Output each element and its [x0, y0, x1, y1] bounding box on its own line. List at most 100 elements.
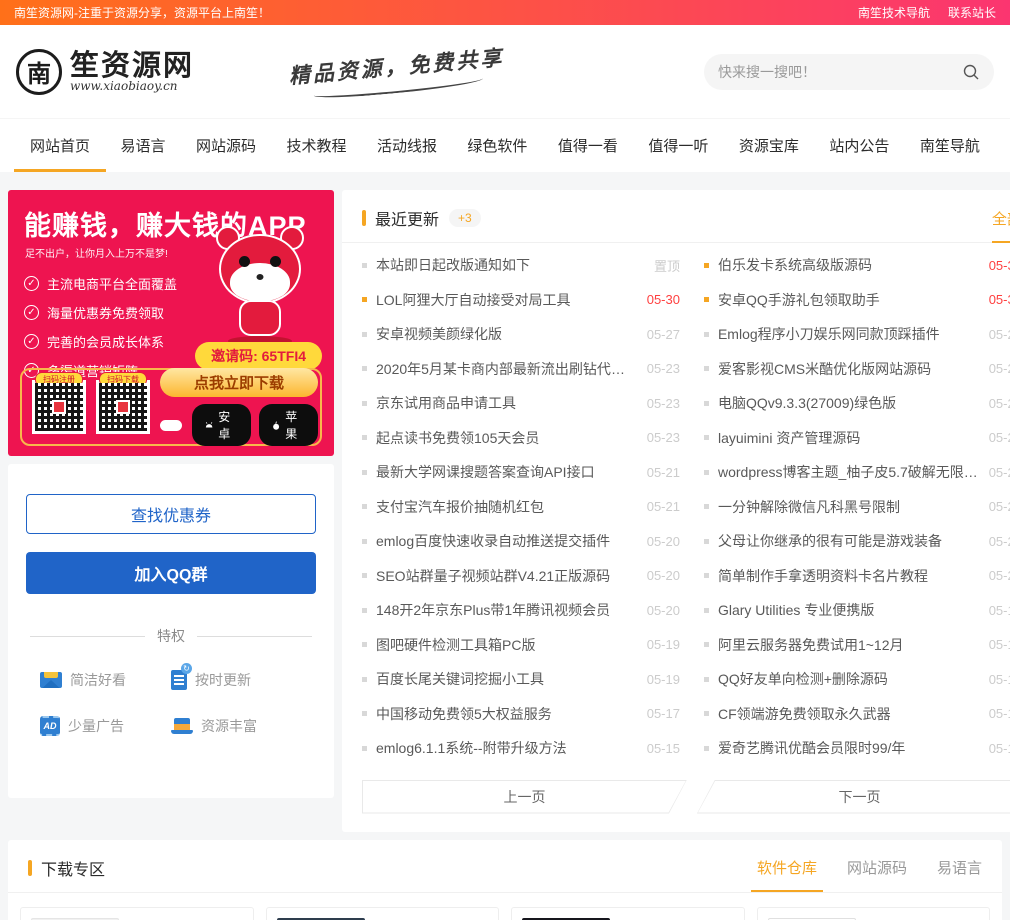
- list-item[interactable]: 最新大学网课搜题答案查询API接口 05-21: [362, 455, 680, 490]
- site-slogan: 精品资源，免费共享: [288, 41, 507, 102]
- nav-item[interactable]: 绿色软件: [463, 119, 531, 172]
- nav-item[interactable]: 网站首页: [26, 119, 94, 172]
- bullet-icon: [362, 642, 367, 647]
- list-item[interactable]: 2020年5月某卡商内部最新流出刷钻代码 全... 05-23: [362, 352, 680, 387]
- mail-icon: [40, 672, 62, 688]
- download-box: 扫码注册 扫码下载 点我立即下载: [20, 368, 322, 446]
- check-circle-icon: ✓: [24, 334, 39, 349]
- list-item[interactable]: 简单制作手拿透明资料卡名片教程 05-20: [704, 559, 1010, 594]
- android-icon: [205, 421, 213, 429]
- bullet-icon: [362, 746, 367, 751]
- list-item[interactable]: 百度长尾关键词挖掘小工具 05-19: [362, 662, 680, 697]
- bullet-icon: [362, 677, 367, 682]
- list-item[interactable]: layuimini 资产管理源码 05-21: [704, 421, 1010, 456]
- download-title: 下载专区: [41, 856, 105, 880]
- prev-page-button[interactable]: 上一页: [362, 780, 687, 814]
- topbar-link-tech-nav[interactable]: 南笙技术导航: [858, 4, 930, 21]
- section-accent-bar: [28, 860, 32, 876]
- list-item[interactable]: Glary Utilities 专业便携版 05-19: [704, 593, 1010, 628]
- download-tab[interactable]: 易语言: [937, 857, 982, 878]
- bullet-icon: [704, 435, 709, 440]
- list-item[interactable]: 爱客影视CMS米酷优化版网站源码 05-23: [704, 352, 1010, 387]
- search-input[interactable]: [718, 64, 962, 80]
- next-page-button[interactable]: 下一页: [697, 780, 1010, 814]
- bullet-icon: [362, 435, 367, 440]
- list-item[interactable]: 图吧硬件检测工具箱PC版 05-19: [362, 628, 680, 663]
- find-coupon-button[interactable]: 查找优惠券: [26, 494, 316, 534]
- main-nav: 网站首页 易语言 网站源码 技术教程 活动线报 绿色软件 值得一看 值得一听 资…: [0, 118, 1010, 172]
- download-card[interactable]: 京东试用商品申请工具 ★★★ ☆☆ / 2020-05-: [757, 907, 991, 920]
- site-logo[interactable]: 南 笙资源网 www.xiaobiaoy.cn: [16, 49, 194, 95]
- nav-item[interactable]: 易语言: [116, 119, 169, 172]
- list-item[interactable]: 安卓视频美颜绿化版 05-27: [362, 317, 680, 352]
- list-item[interactable]: SEO站群量子视频站群V4.21正版源码 05-20: [362, 559, 680, 594]
- list-item[interactable]: 京东试用商品申请工具 05-23: [362, 386, 680, 421]
- download-tab[interactable]: 网站源码: [847, 857, 907, 878]
- invite-code-badge: 邀请码: 65TFI4: [195, 342, 322, 370]
- list-item[interactable]: 阿里云服务器免费试用1~12月 05-19: [704, 628, 1010, 663]
- topbar: 南笙资源网-注重于资源分享，资源平台上南笙！ 南笙技术导航 联系站长: [0, 0, 1010, 25]
- list-item[interactable]: emlog6.1.1系统--附带升级方法 05-15: [362, 731, 680, 766]
- bullet-icon: [362, 401, 367, 406]
- bullet-icon: [704, 711, 709, 716]
- bullet-icon: [362, 573, 367, 578]
- list-item[interactable]: 148开2年京东Plus带1年腾讯视频会员 05-20: [362, 593, 680, 628]
- list-item[interactable]: 起点读书免费领105天会员 05-23: [362, 421, 680, 456]
- list-item[interactable]: 爱奇艺腾讯优酷会员限时99/年 05-15: [704, 731, 1010, 766]
- list-item[interactable]: LOL阿狸大厅自动接受对局工具 05-30: [362, 283, 680, 318]
- apple-icon: [272, 420, 280, 431]
- download-tab[interactable]: 软件仓库: [757, 857, 817, 878]
- list-item[interactable]: 安卓QQ手游礼包领取助手 05-30: [704, 283, 1010, 318]
- logo-url: www.xiaobiaoy.cn: [70, 80, 194, 93]
- list-item[interactable]: wordpress博客主题_柚子皮5.7破解无限制版 05-21: [704, 455, 1010, 490]
- list-item[interactable]: 电脑QQv9.3.3(27009)绿色版 05-23: [704, 386, 1010, 421]
- promo-banner[interactable]: 能赚钱，赚大钱的APP 足不出户，让你月入上万不是梦! ✓ 主流电商平台全面覆盖…: [8, 190, 334, 456]
- qr-code-download-icon: [96, 380, 150, 434]
- sidebar-panel: 查找优惠券 加入QQ群 特权 简洁好看 按时更新 AD 少量广告: [8, 464, 334, 798]
- nav-item[interactable]: 站内公告: [825, 119, 893, 172]
- recent-list-right: 伯乐发卡系统高级版源码 05-30 安卓QQ手游礼包领取助手 05-30 Eml…: [704, 248, 1010, 766]
- doc-refresh-icon: [171, 670, 187, 690]
- list-item[interactable]: 父母让你继承的很有可能是游戏装备 05-20: [704, 524, 1010, 559]
- nav-item[interactable]: 网站源码: [192, 119, 260, 172]
- list-item[interactable]: 中国移动免费领5大权益服务 05-17: [362, 697, 680, 732]
- list-item[interactable]: CF领端游免费领取永久武器 05-16: [704, 697, 1010, 732]
- nav-item[interactable]: 南笙导航: [916, 119, 984, 172]
- join-qq-group-button[interactable]: 加入QQ群: [26, 552, 316, 594]
- bullet-icon: [362, 711, 367, 716]
- download-card[interactable]: LOL阿狸大厅自动接受对局工具 ★★★ ☆☆ / 2020-05-: [20, 907, 254, 920]
- list-item[interactable]: 支付宝汽车报价抽随机红包 05-21: [362, 490, 680, 525]
- bullet-icon: [704, 539, 709, 544]
- search-icon[interactable]: [962, 63, 980, 81]
- download-now-button[interactable]: 点我立即下载: [160, 368, 318, 397]
- nav-item[interactable]: 活动线报: [373, 119, 441, 172]
- list-item[interactable]: 本站即日起改版通知如下 置顶: [362, 248, 680, 283]
- download-card[interactable]: 安卓QQ手游礼包领取助手 ★★★ ☆☆ / 2020-05-: [266, 907, 500, 920]
- nav-item[interactable]: 值得一看: [554, 119, 622, 172]
- view-all-link[interactable]: 全部: [992, 208, 1010, 229]
- ios-button[interactable]: 苹果: [259, 404, 318, 446]
- list-item[interactable]: Emlog程序小刀娱乐网同款顶踩插件 05-24: [704, 317, 1010, 352]
- bullet-icon: [704, 504, 709, 509]
- qr-register: 扫码注册: [32, 380, 86, 434]
- bullet-icon: [704, 470, 709, 475]
- privilege-few-ads: AD 少量广告: [40, 716, 171, 736]
- privilege-timely-update: 按时更新: [171, 670, 302, 690]
- nav-item[interactable]: 资源宝库: [735, 119, 803, 172]
- download-card[interactable]: 安卓视频美颜绿化版 ★★★ ☆☆ / 2020-05-: [511, 907, 745, 920]
- bullet-icon: [704, 642, 709, 647]
- topbar-link-contact[interactable]: 联系站长: [948, 4, 996, 21]
- nav-item[interactable]: 值得一听: [644, 119, 712, 172]
- list-item[interactable]: QQ好友单向检测+删除源码 05-17: [704, 662, 1010, 697]
- recent-updates-panel: 最近更新 +3 全部 本站即日起改版通知如下 置顶 LOL阿狸大厅自动接受对局工…: [342, 190, 1010, 832]
- bullet-icon: [362, 504, 367, 509]
- bullet-icon: [362, 332, 367, 337]
- bullet-icon: [362, 297, 367, 302]
- nav-item[interactable]: 技术教程: [282, 119, 350, 172]
- list-item[interactable]: 一分钟解除微信凡科黑号限制 05-21: [704, 490, 1010, 525]
- topbar-slogan: 南笙资源网-注重于资源分享，资源平台上南笙！: [14, 4, 270, 21]
- list-item[interactable]: emlog百度快速收录自动推送提交插件 05-20: [362, 524, 680, 559]
- search-box: [704, 54, 994, 90]
- android-button[interactable]: 安卓: [192, 404, 251, 446]
- list-item[interactable]: 伯乐发卡系统高级版源码 05-30: [704, 248, 1010, 283]
